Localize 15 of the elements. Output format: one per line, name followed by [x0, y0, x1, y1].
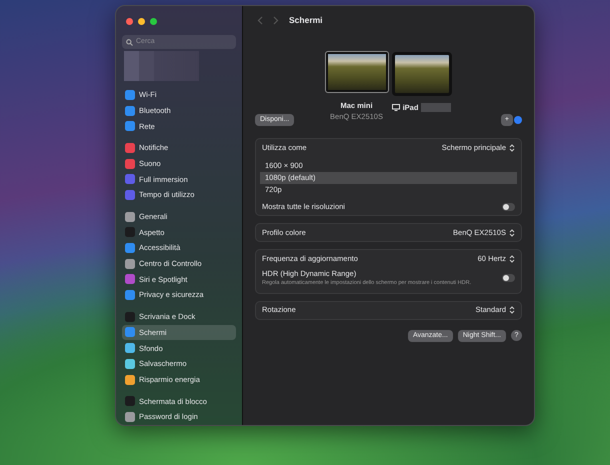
- display-thumbnail[interactable]: [392, 52, 452, 96]
- monitor-icon: [392, 104, 400, 112]
- minimize-button[interactable]: [138, 18, 145, 25]
- close-button[interactable]: [126, 18, 133, 25]
- search-icon: [126, 38, 133, 46]
- updown-chevron-icon: [509, 306, 515, 314]
- toggle-switch[interactable]: [502, 202, 515, 210]
- window-title: Schermi: [289, 14, 323, 26]
- toggle-switch[interactable]: [502, 274, 515, 282]
- updown-chevron-icon: [509, 254, 515, 262]
- display-thumbnail[interactable]: [326, 52, 388, 92]
- blurred-name-block: [421, 103, 452, 112]
- updown-chevron-icon: [509, 228, 515, 236]
- updown-chevron-icon: [509, 144, 515, 152]
- zoom-button[interactable]: [150, 18, 157, 25]
